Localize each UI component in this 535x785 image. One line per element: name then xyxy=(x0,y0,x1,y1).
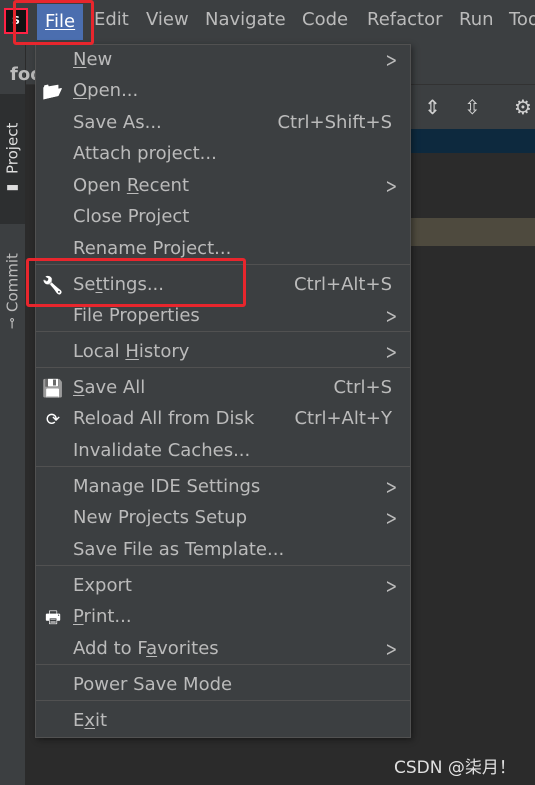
menu-code[interactable]: Code xyxy=(302,9,348,30)
menu-view[interactable]: View xyxy=(146,9,189,30)
menu-item-shortcut: Ctrl+S xyxy=(333,377,392,398)
tab-project[interactable]: ▬ Project xyxy=(0,94,25,224)
file-menu-highlight-box xyxy=(13,0,94,45)
menu-item-label: Save All xyxy=(73,377,146,398)
menu-item-label: New Projects Setup xyxy=(73,507,248,528)
menu-item-save-as[interactable]: Save As... Ctrl+Shift+S xyxy=(36,109,410,140)
selected-tree-row xyxy=(410,129,535,153)
menu-run[interactable]: Run xyxy=(459,9,494,30)
tab-project-label: Project xyxy=(3,122,22,174)
menu-item-label: Power Save Mode xyxy=(73,674,233,695)
submenu-arrow-icon: > xyxy=(385,340,398,364)
menu-navigate[interactable]: Navigate xyxy=(205,9,286,30)
menu-item-invalidate-caches[interactable]: Invalidate Caches... xyxy=(36,437,410,468)
menu-item-shortcut: Ctrl+Alt+Y xyxy=(294,408,392,429)
menu-separator xyxy=(36,565,410,566)
expand-all-icon[interactable]: ⇕ xyxy=(424,95,441,119)
submenu-arrow-icon: > xyxy=(385,304,398,328)
menu-edit[interactable]: Edit xyxy=(94,9,129,30)
submenu-arrow-icon: > xyxy=(385,506,398,530)
menu-item-label: Invalidate Caches... xyxy=(73,440,251,461)
settings-highlight-box xyxy=(26,258,246,307)
menu-item-label: Rename Project... xyxy=(73,238,232,259)
menu-item-label: Add to Favorites xyxy=(73,638,219,659)
menu-tools[interactable]: Too xyxy=(509,9,535,30)
menu-item-add-to-favorites[interactable]: Add to Favorites > xyxy=(36,635,410,666)
menu-separator xyxy=(36,700,410,701)
menu-item-label: Open Recent xyxy=(73,175,190,196)
submenu-arrow-icon: > xyxy=(385,574,398,598)
menu-item-label: New xyxy=(73,49,113,70)
menu-item-print[interactable]: 🖶 Print... xyxy=(36,603,410,634)
menu-item-manage-ide-settings[interactable]: Manage IDE Settings > xyxy=(36,473,410,504)
submenu-arrow-icon: > xyxy=(385,48,398,72)
commit-icon: ⊸ xyxy=(4,317,21,330)
save-icon: 💾 xyxy=(42,379,64,399)
highlighted-tree-row xyxy=(410,218,535,246)
open-folder-icon: 📂 xyxy=(42,82,64,102)
menu-item-local-history[interactable]: Local History > xyxy=(36,338,410,369)
menu-item-close-project[interactable]: Close Project xyxy=(36,203,410,234)
tab-commit[interactable]: ⊸ Commit xyxy=(0,236,25,346)
menu-item-exit[interactable]: Exit xyxy=(36,707,410,738)
tab-commit-label: Commit xyxy=(3,252,22,312)
print-icon: 🖶 xyxy=(44,608,62,628)
menu-separator xyxy=(36,466,410,467)
submenu-arrow-icon: > xyxy=(385,637,398,661)
menu-item-power-save-mode[interactable]: Power Save Mode xyxy=(36,671,410,702)
submenu-arrow-icon: > xyxy=(385,475,398,499)
menu-item-export[interactable]: Export > xyxy=(36,572,410,603)
menu-separator xyxy=(36,331,410,332)
menu-separator xyxy=(36,367,410,368)
menu-item-new[interactable]: New > xyxy=(36,46,410,77)
project-toolbar: ⇕ ⇳ ⚙ xyxy=(410,85,535,129)
menu-item-save-all[interactable]: 💾 Save All Ctrl+S xyxy=(36,374,410,405)
tool-window-strip: ▬ Project ⊸ Commit xyxy=(0,44,26,785)
collapse-all-icon[interactable]: ⇳ xyxy=(464,95,481,119)
menu-item-save-file-as-template[interactable]: Save File as Template... xyxy=(36,536,410,567)
menu-item-label: Open... xyxy=(73,80,139,101)
reload-icon: ⟳ xyxy=(45,410,61,430)
menu-item-label: Print... xyxy=(73,606,132,627)
menu-item-new-projects-setup[interactable]: New Projects Setup > xyxy=(36,504,410,535)
menu-item-reload-all-from-disk[interactable]: ⟳ Reload All from Disk Ctrl+Alt+Y xyxy=(36,405,410,436)
submenu-arrow-icon: > xyxy=(385,174,398,198)
file-menu-dropdown: New > 📂 Open... Save As... Ctrl+Shift+S Attach… xyxy=(35,44,411,738)
folder-icon: ▬ xyxy=(4,179,21,196)
menu-item-shortcut: Ctrl+Shift+S xyxy=(277,112,392,133)
menu-refactor[interactable]: Refactor xyxy=(367,9,443,30)
menu-item-label: Save File as Template... xyxy=(73,539,285,560)
menu-item-label: Manage IDE Settings xyxy=(73,476,261,497)
menu-item-attach-project[interactable]: Attach project... xyxy=(36,140,410,171)
menu-separator xyxy=(36,664,410,665)
menu-item-open-recent[interactable]: Open Recent > xyxy=(36,172,410,203)
menu-item-label: Close Project xyxy=(73,206,190,227)
menu-item-label: Attach project... xyxy=(73,143,217,164)
menu-item-label: Save As... xyxy=(73,112,162,133)
menu-item-open[interactable]: 📂 Open... xyxy=(36,77,410,108)
menu-item-label: Export xyxy=(73,575,132,596)
watermark: CSDN @柒月！ xyxy=(394,758,516,778)
gear-icon[interactable]: ⚙ xyxy=(514,95,532,119)
menu-item-label: Reload All from Disk xyxy=(73,408,255,429)
menu-item-shortcut: Ctrl+Alt+S xyxy=(294,274,392,295)
menu-item-label: File Properties xyxy=(73,305,200,326)
menu-item-label: Local History xyxy=(73,341,190,362)
menu-item-label: Exit xyxy=(73,710,108,731)
